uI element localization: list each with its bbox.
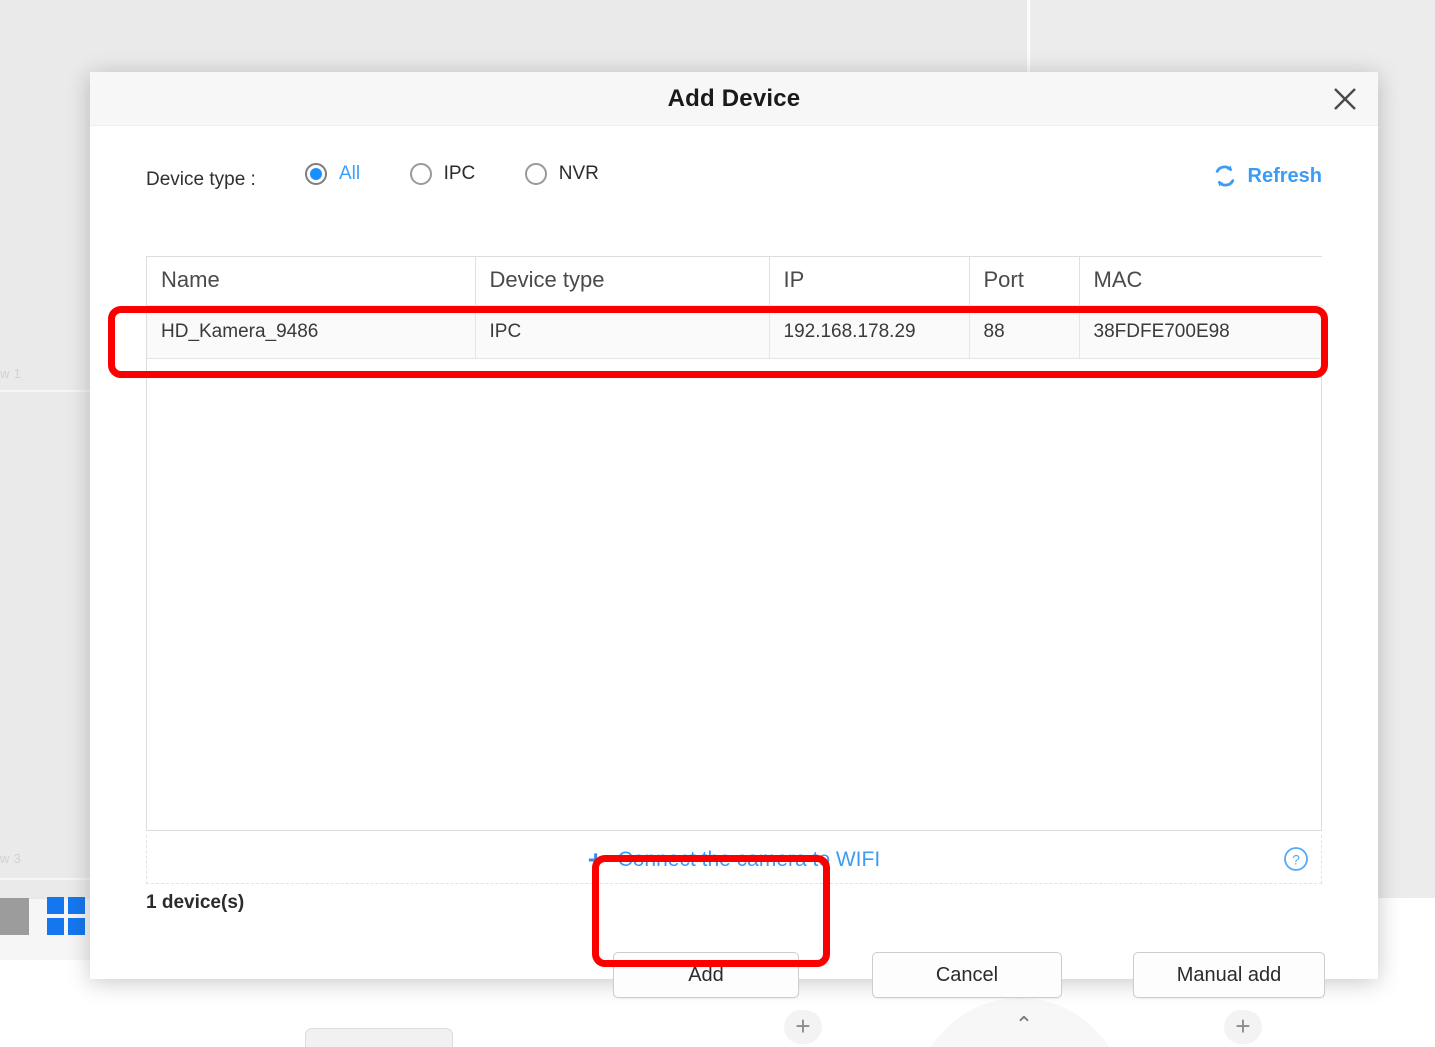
cell-mac: 38FDFE700E98 — [1079, 305, 1323, 359]
cancel-button[interactable]: Cancel — [872, 952, 1062, 998]
plus-icon: + — [587, 845, 604, 875]
device-table: Name Device type IP Port MAC HD_Kamera_9… — [146, 256, 1323, 831]
radio-icon-ipc — [409, 163, 432, 185]
device-type-row: Device type : All IPC NVR Refresh — [90, 125, 1378, 243]
device-type-radio-group: All IPC NVR — [305, 163, 644, 185]
page-title: Add Device — [667, 85, 801, 112]
add-device-dialog: Add Device Device type : All IPC NVR Ref… — [90, 72, 1378, 998]
column-header-ip[interactable]: IP — [769, 257, 970, 306]
plus-icon-left[interactable]: + — [784, 1010, 822, 1044]
dialog-button-bar: Add Cancel Manual add — [90, 952, 1378, 1007]
dialog-header: Add Device — [90, 72, 1378, 126]
bg-input-box[interactable] — [305, 1028, 453, 1047]
connect-camera-wifi-label: Connect the camera to WIFI — [617, 848, 881, 871]
radio-option-ipc[interactable]: IPC — [409, 163, 476, 185]
refresh-label: Refresh — [1247, 164, 1322, 187]
screen: w 1 w 3 ⌃ + + Add Device Device type : A… — [0, 0, 1435, 1047]
cell-device-type: IPC — [475, 305, 770, 359]
refresh-button[interactable]: Refresh — [1212, 163, 1322, 189]
cell-ip: 192.168.178.29 — [769, 305, 970, 359]
connect-camera-wifi-link[interactable]: + Connect the camera to WIFI — [147, 845, 1321, 876]
help-circle-icon[interactable]: ? — [1283, 846, 1309, 872]
device-count-label: 1 device(s) — [146, 892, 245, 913]
add-button[interactable]: Add — [613, 952, 799, 998]
radio-option-nvr[interactable]: NVR — [524, 163, 599, 185]
radio-label-nvr: NVR — [558, 163, 599, 184]
cell-name: HD_Kamera_9486 — [147, 305, 476, 359]
close-icon[interactable] — [1326, 80, 1364, 118]
grid-2x2-icon[interactable] — [47, 897, 85, 935]
radio-icon-all — [305, 163, 327, 185]
table-header-row: Name Device type IP Port MAC — [147, 257, 1323, 306]
wifi-bar: + Connect the camera to WIFI ? — [146, 835, 1322, 884]
bg-row-label-2: w 3 — [0, 851, 22, 866]
refresh-icon — [1212, 163, 1238, 189]
column-header-device-type[interactable]: Device type — [475, 257, 770, 306]
device-type-label: Device type : — [146, 169, 256, 190]
radio-label-ipc: IPC — [443, 163, 476, 184]
radio-option-all[interactable]: All — [305, 163, 360, 185]
plus-icon-right[interactable]: + — [1224, 1010, 1262, 1044]
square-icon[interactable] — [0, 898, 29, 935]
column-header-mac[interactable]: MAC — [1079, 257, 1323, 306]
column-header-port[interactable]: Port — [969, 257, 1080, 306]
table-row[interactable]: HD_Kamera_9486 IPC 192.168.178.29 88 38F… — [147, 305, 1323, 359]
svg-text:?: ? — [1292, 852, 1300, 868]
column-header-name[interactable]: Name — [147, 257, 476, 306]
bg-row-label-1: w 1 — [0, 366, 22, 381]
chevron-up-icon[interactable]: ⌃ — [1008, 1012, 1040, 1038]
radio-icon-nvr — [524, 163, 547, 185]
cell-port: 88 — [969, 305, 1080, 359]
radio-label-all: All — [339, 163, 361, 184]
manual-add-button[interactable]: Manual add — [1133, 952, 1325, 998]
